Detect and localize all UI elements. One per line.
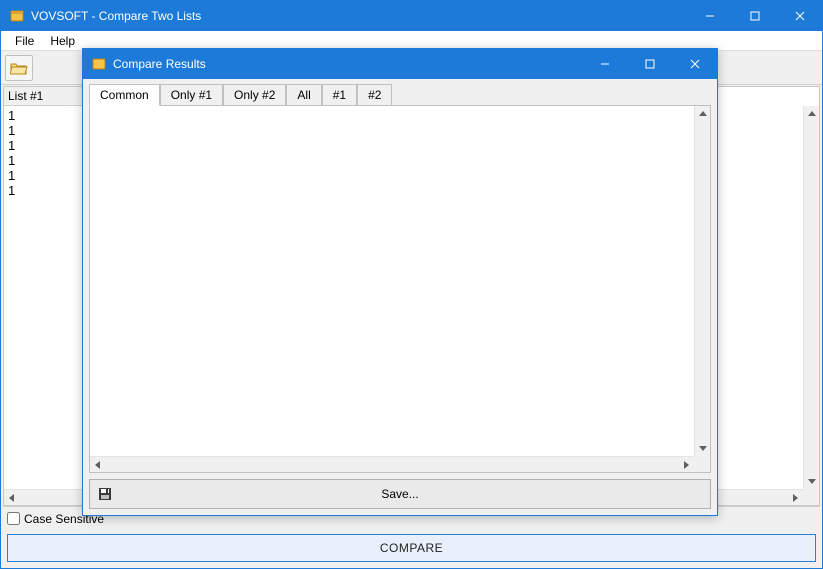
case-sensitive-checkbox[interactable] <box>7 512 20 525</box>
save-button-label: Save... <box>381 487 418 501</box>
dialog-titlebar[interactable]: Compare Results <box>83 49 717 79</box>
dialog-title: Compare Results <box>113 57 206 71</box>
tab-all[interactable]: All <box>286 84 321 106</box>
main-title: VOVSOFT - Compare Two Lists <box>31 9 201 23</box>
compare-row: COMPARE <box>3 530 820 566</box>
main-window: VOVSOFT - Compare Two Lists File Help Li… <box>0 0 823 569</box>
tab-content[interactable] <box>89 105 711 473</box>
close-button[interactable] <box>777 1 822 31</box>
dialog-app-icon <box>91 56 107 72</box>
open-folder-icon <box>10 61 28 75</box>
results-vscroll[interactable] <box>694 106 710 456</box>
compare-results-dialog: Compare Results CommonOnly #1Only #2All#… <box>82 48 718 516</box>
save-button[interactable]: Save... <box>89 479 711 509</box>
results-hscroll[interactable] <box>90 456 694 472</box>
list2-vscroll[interactable] <box>803 106 819 489</box>
results-scroll-corner <box>694 456 710 472</box>
tab-common[interactable]: Common <box>89 84 160 106</box>
main-titlebar[interactable]: VOVSOFT - Compare Two Lists <box>1 1 822 31</box>
tab-strip: CommonOnly #1Only #2All#1#2 <box>83 79 717 105</box>
save-row: Save... <box>89 479 711 509</box>
tab-only-2[interactable]: Only #2 <box>223 84 286 106</box>
menu-help[interactable]: Help <box>42 32 83 50</box>
maximize-button[interactable] <box>732 1 777 31</box>
save-disk-icon <box>98 487 112 501</box>
dialog-maximize-button[interactable] <box>627 49 672 79</box>
tab-only-1[interactable]: Only #1 <box>160 84 223 106</box>
tab--1[interactable]: #1 <box>322 84 357 106</box>
menu-file[interactable]: File <box>7 32 42 50</box>
app-icon <box>9 8 25 24</box>
dialog-window-controls <box>582 49 717 79</box>
window-controls <box>687 1 822 31</box>
compare-button[interactable]: COMPARE <box>7 534 816 562</box>
minimize-button[interactable] <box>687 1 732 31</box>
dialog-minimize-button[interactable] <box>582 49 627 79</box>
dialog-close-button[interactable] <box>672 49 717 79</box>
open-file-button[interactable] <box>5 55 33 81</box>
tab--2[interactable]: #2 <box>357 84 392 106</box>
list2-scroll-corner <box>803 489 819 505</box>
